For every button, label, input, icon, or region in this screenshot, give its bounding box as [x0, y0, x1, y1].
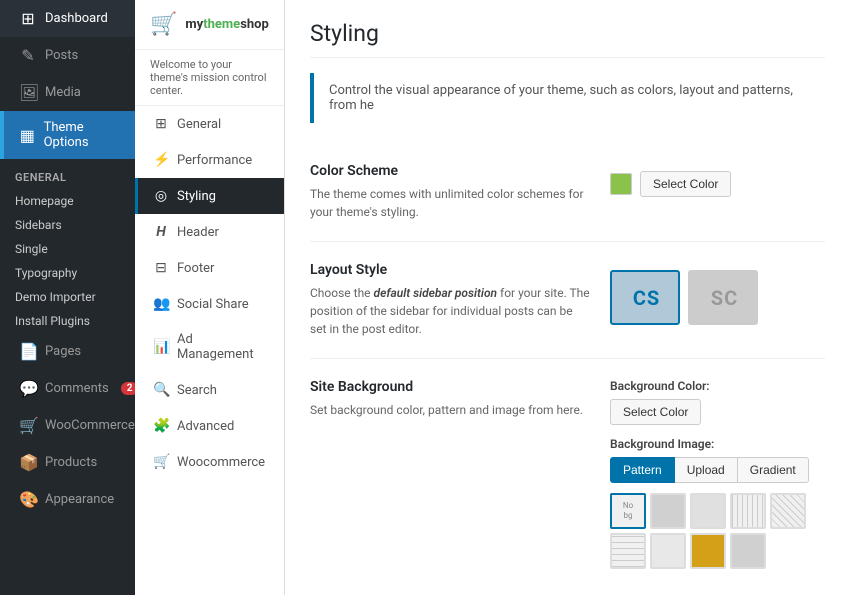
- pattern-none[interactable]: Nobg: [610, 493, 646, 529]
- pattern-diagonal[interactable]: [770, 493, 806, 529]
- color-scheme-left: Color Scheme The theme comes with unlimi…: [310, 163, 590, 221]
- bg-tab-upload[interactable]: Upload: [675, 457, 738, 483]
- general-section-label: General: [0, 159, 135, 189]
- woocommerce-icon: 🛒: [19, 416, 37, 435]
- layout-style-desc: Choose the default sidebar position for …: [310, 284, 590, 338]
- bg-image-section: Background Image: Pattern Upload Gradien…: [610, 437, 825, 569]
- sidebar-sub-typography[interactable]: Typography: [0, 261, 135, 285]
- layout-cs-label: C S: [633, 286, 657, 310]
- bg-color-label: Background Color:: [610, 379, 825, 393]
- layout-style-right: C S S C: [610, 262, 825, 325]
- ad-management-nav-icon: 📊: [153, 339, 169, 355]
- welcome-text: Welcome to your theme's mission control …: [135, 50, 284, 106]
- performance-nav-icon: ⚡: [153, 152, 169, 168]
- theme-options-icon: ▦: [19, 126, 36, 145]
- theme-nav-advanced[interactable]: 🧩 Advanced: [135, 408, 284, 444]
- color-swatch[interactable]: [610, 173, 632, 195]
- brand-name: mythemeshop: [185, 17, 268, 32]
- theme-nav-footer[interactable]: ⊟ Footer: [135, 250, 284, 286]
- appearance-icon: 🎨: [19, 490, 37, 509]
- sidebar-item-comments[interactable]: 💬 Comments 2: [0, 370, 135, 407]
- sidebar-item-pages[interactable]: 📄 Pages: [0, 333, 135, 370]
- sidebar-item-products[interactable]: 📦 Products: [0, 444, 135, 481]
- brand-header: 🛒 mythemeshop: [135, 0, 284, 50]
- footer-nav-icon: ⊟: [153, 260, 169, 276]
- bg-image-tabs: Pattern Upload Gradient: [610, 457, 825, 483]
- admin-sidebar: ⊞ Dashboard ✎ Posts 🖼 Media ▦ Theme Opti…: [0, 0, 135, 595]
- theme-nav-performance[interactable]: ⚡ Performance: [135, 142, 284, 178]
- sidebar-sub-single[interactable]: Single: [0, 237, 135, 261]
- layout-option-sc[interactable]: S C: [688, 270, 758, 325]
- theme-nav-general[interactable]: ⊞ General: [135, 106, 284, 142]
- bg-color-section: Background Color: Select Color: [610, 379, 825, 425]
- sidebar-sub-install-plugins[interactable]: Install Plugins: [0, 309, 135, 333]
- pattern-solid[interactable]: [650, 493, 686, 529]
- social-share-nav-icon: 👥: [153, 296, 169, 312]
- sidebar-item-appearance[interactable]: 🎨 Appearance: [0, 481, 135, 518]
- page-description: Control the visual appearance of your th…: [310, 73, 825, 123]
- advanced-nav-icon: 🧩: [153, 418, 169, 434]
- header-nav-icon: H: [153, 224, 169, 240]
- cart-logo-icon: 🛒: [150, 12, 177, 37]
- general-nav-icon: ⊞: [153, 116, 169, 132]
- color-scheme-title: Color Scheme: [310, 163, 590, 179]
- media-icon: 🖼: [19, 83, 37, 102]
- bg-tab-gradient[interactable]: Gradient: [738, 457, 809, 483]
- layout-sc-label: S C: [711, 286, 735, 310]
- search-nav-icon: 🔍: [153, 382, 169, 398]
- layout-style-left: Layout Style Choose the default sidebar …: [310, 262, 590, 338]
- site-background-right: Background Color: Select Color Backgroun…: [610, 379, 825, 581]
- theme-nav-woocommerce[interactable]: 🛒 Woocommerce: [135, 444, 284, 480]
- site-background-left: Site Background Set background color, pa…: [310, 379, 590, 419]
- layout-style-title: Layout Style: [310, 262, 590, 278]
- products-icon: 📦: [19, 453, 37, 472]
- pattern-light[interactable]: [690, 493, 726, 529]
- theme-nav-search[interactable]: 🔍 Search: [135, 372, 284, 408]
- color-scheme-control: Select Color: [610, 171, 825, 197]
- sidebar-sub-homepage[interactable]: Homepage: [0, 189, 135, 213]
- page-title: Styling: [310, 20, 825, 58]
- pattern-horiz[interactable]: [650, 533, 686, 569]
- posts-icon: ✎: [19, 46, 37, 65]
- bg-select-color-button[interactable]: Select Color: [610, 399, 701, 425]
- theme-nav-social-share[interactable]: 👥 Social Share: [135, 286, 284, 322]
- theme-nav-header[interactable]: H Header: [135, 214, 284, 250]
- theme-options-nav: 🛒 mythemeshop Welcome to your theme's mi…: [135, 0, 285, 595]
- theme-nav-ad-management[interactable]: 📊 Ad Management: [135, 322, 284, 372]
- pattern-gold[interactable]: [690, 533, 726, 569]
- sidebar-item-woocommerce[interactable]: 🛒 WooCommerce: [0, 407, 135, 444]
- layout-options: C S S C: [610, 270, 825, 325]
- dashboard-icon: ⊞: [19, 9, 37, 28]
- comments-badge: 2: [121, 382, 135, 395]
- color-scheme-right: Select Color: [610, 163, 825, 197]
- site-background-section: Site Background Set background color, pa…: [310, 359, 825, 595]
- bg-tab-pattern[interactable]: Pattern: [610, 457, 675, 483]
- styling-nav-icon: ◎: [153, 188, 169, 204]
- color-scheme-section: Color Scheme The theme comes with unlimi…: [310, 143, 825, 242]
- sidebar-item-posts[interactable]: ✎ Posts: [0, 37, 135, 74]
- site-background-title: Site Background: [310, 379, 590, 395]
- sidebar-sub-sidebars[interactable]: Sidebars: [0, 213, 135, 237]
- pattern-cross[interactable]: [610, 533, 646, 569]
- theme-nav-styling[interactable]: ◎ Styling: [135, 178, 284, 214]
- pattern-grid: Nobg: [610, 493, 825, 569]
- color-scheme-desc: The theme comes with unlimited color sch…: [310, 185, 590, 221]
- bg-image-label: Background Image:: [610, 437, 825, 451]
- main-content: Styling Control the visual appearance of…: [285, 0, 850, 595]
- woocommerce-nav-icon: 🛒: [153, 454, 169, 470]
- main-inner: Styling Control the visual appearance of…: [285, 0, 850, 595]
- pattern-vert[interactable]: [730, 493, 766, 529]
- layout-option-cs[interactable]: C S: [610, 270, 680, 325]
- select-color-button[interactable]: Select Color: [640, 171, 731, 197]
- pages-icon: 📄: [19, 342, 37, 361]
- sidebar-item-theme-options[interactable]: ▦ Theme Options: [0, 111, 135, 159]
- sidebar-item-dashboard[interactable]: ⊞ Dashboard: [0, 0, 135, 37]
- sidebar-sub-demo-importer[interactable]: Demo Importer: [0, 285, 135, 309]
- site-background-desc: Set background color, pattern and image …: [310, 401, 590, 419]
- layout-style-section: Layout Style Choose the default sidebar …: [310, 242, 825, 359]
- comments-icon: 💬: [19, 379, 37, 398]
- pattern-light2[interactable]: [730, 533, 766, 569]
- sidebar-item-media[interactable]: 🖼 Media: [0, 74, 135, 111]
